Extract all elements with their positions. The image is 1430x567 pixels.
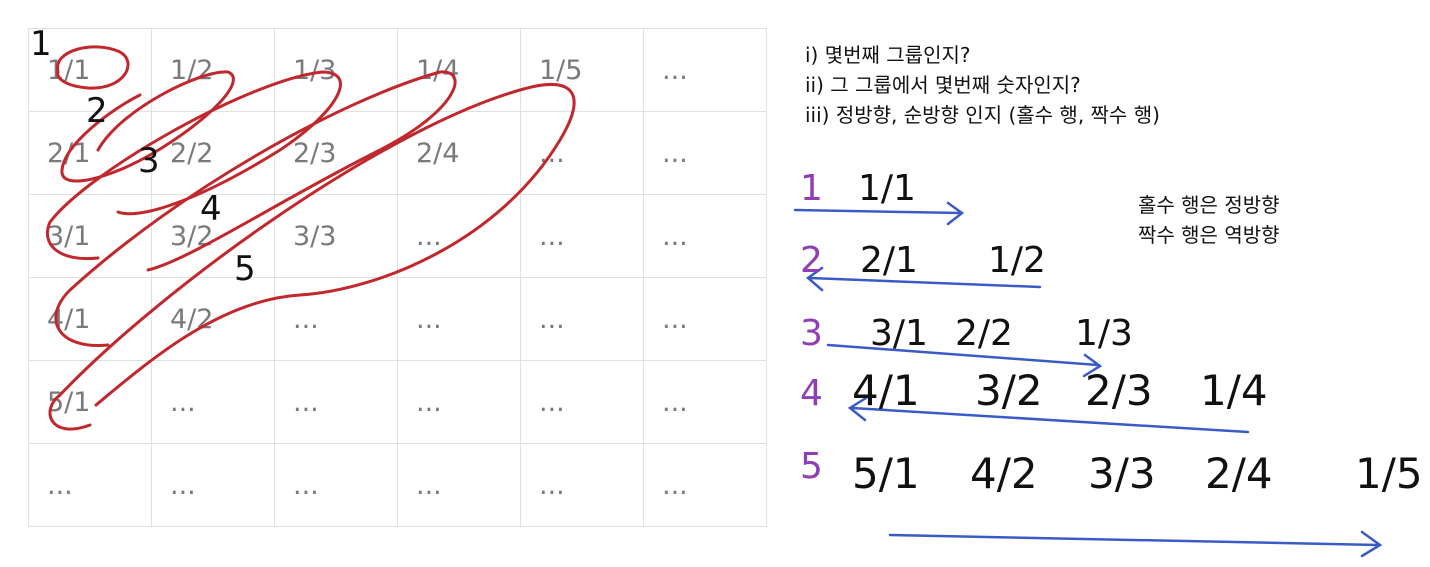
group-number: 4 [800,373,823,414]
group-item: 1/4 [1200,366,1268,415]
group-item: 3/2 [975,366,1043,415]
loop-1 [56,45,130,90]
group-item: 4/1 [852,366,920,415]
group-item: 2/1 [860,240,918,281]
group-loops [46,45,576,431]
group-item: 2/3 [1085,366,1153,415]
grid-group-label: 4 [200,189,222,229]
group-item: 1/5 [1355,449,1423,498]
group-item: 5/1 [852,449,920,498]
group-item: 2/4 [1205,449,1273,498]
group-rows: 1 1/1 2 2/1 1/2 3 3/1 2/2 1/3 4 4/1 3/2 2/3 1/4 5 5/1 4/… [800,168,1423,498]
group-item: 4/2 [970,449,1038,498]
group-item: 1/2 [988,240,1046,281]
group-item: 1/1 [858,168,916,209]
grid-group-label: 5 [234,249,256,289]
group-number: 1 [800,168,823,209]
group-number: 5 [800,446,823,487]
group-item: 3/3 [1088,449,1156,498]
grid-group-label: 1 [30,24,52,64]
grid-group-labels: 12345 [30,24,256,289]
grid-group-label: 3 [138,141,160,181]
handwriting-layer: 12345 1 1/12 2/1 1/23 3/1 2/2 1/34 4/1 3/2 2/3 1/4… [30,24,1423,558]
group-item: 2/2 [955,313,1013,354]
arrow-group-5 [888,530,1383,558]
grid-group-label: 2 [86,91,108,131]
loop-5 [48,82,576,431]
group-number: 3 [800,313,823,354]
group-item: 1/3 [1075,313,1133,354]
group-number: 2 [800,240,823,281]
group-item: 3/1 [870,313,928,354]
